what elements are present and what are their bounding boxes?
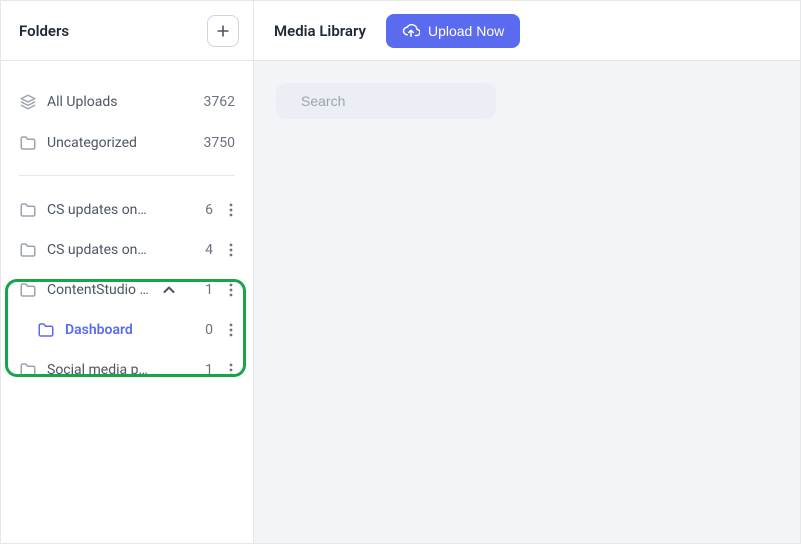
- sidebar-item-uncategorized[interactable]: Uncategorized 3750: [19, 123, 235, 163]
- count-badge: 4: [189, 242, 213, 258]
- folder-item[interactable]: CS updates on ... 6: [1, 190, 249, 230]
- search-input[interactable]: [301, 93, 482, 109]
- sidebar-body: All Uploads 3762 Uncategorized 3750: [1, 61, 253, 390]
- count-badge: 3762: [204, 94, 235, 110]
- search-icon: [290, 93, 291, 109]
- upload-button[interactable]: Upload Now: [386, 14, 520, 48]
- upload-label: Upload Now: [428, 23, 504, 39]
- add-folder-button[interactable]: [207, 15, 239, 47]
- count-badge: 1: [189, 282, 213, 298]
- dots-vertical-icon: [229, 203, 233, 217]
- layers-icon: [19, 93, 37, 111]
- dots-vertical-icon: [229, 363, 233, 377]
- search-box[interactable]: [276, 83, 496, 119]
- folder-more-button[interactable]: [223, 363, 239, 377]
- folder-icon: [19, 242, 37, 258]
- folder-more-button[interactable]: [223, 323, 239, 337]
- folder-more-button[interactable]: [223, 283, 239, 297]
- sidebar-item-label: Uncategorized: [47, 135, 137, 151]
- dots-vertical-icon: [229, 243, 233, 257]
- divider: [19, 175, 235, 176]
- folder-icon: [19, 202, 37, 218]
- folder-more-button[interactable]: [223, 203, 239, 217]
- sidebar-item-label: All Uploads: [47, 94, 117, 110]
- folder-more-button[interactable]: [223, 243, 239, 257]
- sidebar: Folders All Uploads 3762 Uncategorized: [1, 1, 254, 543]
- count-badge: 1: [189, 362, 213, 378]
- sidebar-header: Folders: [1, 1, 253, 61]
- main-pane: Media Library Upload Now: [254, 1, 800, 543]
- folder-item[interactable]: Social media po... 1: [1, 350, 249, 390]
- folder-label: CS updates on ...: [47, 202, 153, 218]
- count-badge: 3750: [204, 135, 235, 151]
- folder-label: ContentStudio ...: [47, 282, 153, 298]
- collapse-toggle[interactable]: [163, 286, 179, 294]
- folder-icon: [19, 135, 37, 151]
- dots-vertical-icon: [229, 283, 233, 297]
- folder-item-expanded[interactable]: ContentStudio ... 1: [1, 270, 249, 310]
- count-badge: 0: [189, 322, 213, 338]
- folder-icon: [37, 322, 55, 338]
- main-header: Media Library Upload Now: [254, 1, 800, 61]
- folder-label: CS updates on I...: [47, 242, 153, 258]
- chevron-up-icon: [163, 286, 175, 294]
- dots-vertical-icon: [229, 323, 233, 337]
- folder-icon: [19, 362, 37, 378]
- plus-icon: [215, 23, 231, 39]
- cloud-upload-icon: [402, 24, 420, 38]
- folder-item[interactable]: CS updates on I... 4: [1, 230, 249, 270]
- count-badge: 6: [189, 202, 213, 218]
- folder-label: Social media po...: [47, 362, 153, 378]
- folder-list: CS updates on ... 6 CS updates on I... 4: [1, 190, 253, 390]
- main-body: [254, 61, 800, 543]
- folder-icon: [19, 282, 37, 298]
- subfolder-label: Dashboard: [65, 322, 153, 338]
- sidebar-item-all-uploads[interactable]: All Uploads 3762: [19, 81, 235, 123]
- sidebar-title: Folders: [19, 22, 69, 40]
- main-title: Media Library: [274, 22, 366, 40]
- subfolder-item[interactable]: Dashboard 0: [1, 310, 249, 350]
